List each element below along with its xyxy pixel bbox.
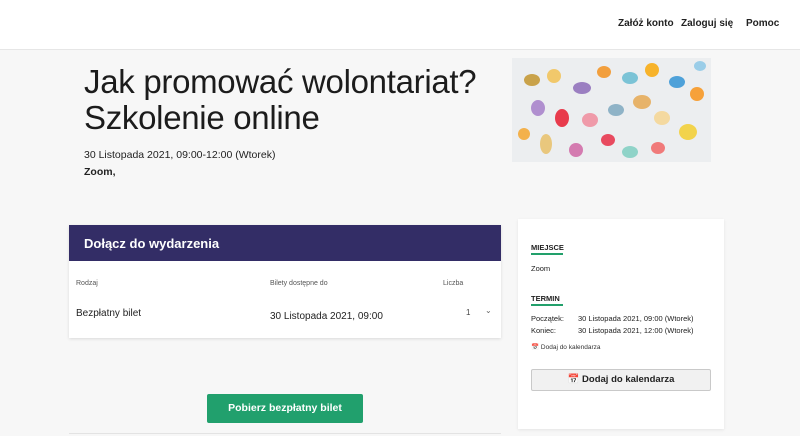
add-to-calendar-link-label: Dodaj do kalendarza bbox=[540, 344, 601, 351]
event-title: Jak promować wolontariat? Szkolenie onli… bbox=[84, 63, 477, 136]
place-value: Zoom bbox=[531, 264, 551, 273]
lightbulbs-image bbox=[512, 58, 711, 162]
help-link[interactable]: Pomoc bbox=[746, 18, 779, 29]
divider bbox=[69, 433, 501, 434]
quantity-select[interactable]: 1 ⌄ bbox=[455, 306, 495, 321]
add-to-calendar-link[interactable]: 📅 Dodaj do kalendarza bbox=[531, 343, 601, 351]
term-heading-underline bbox=[531, 304, 563, 306]
column-type: Rodzaj bbox=[76, 280, 98, 287]
start-label: Początek: bbox=[531, 314, 564, 323]
add-to-calendar-button-label: Dodaj do kalendarza bbox=[582, 374, 675, 385]
ticket-available-until: 30 Listopada 2021, 09:00 bbox=[270, 311, 383, 322]
ticket-type: Bezpłatny bilet bbox=[76, 308, 142, 319]
login-link[interactable]: Zaloguj się bbox=[681, 18, 733, 29]
event-place: Zoom, bbox=[84, 166, 116, 178]
get-free-ticket-button[interactable]: Pobierz bezpłatny bilet bbox=[207, 394, 363, 423]
place-heading-underline bbox=[531, 253, 563, 255]
end-label: Koniec: bbox=[531, 326, 557, 335]
event-image bbox=[512, 58, 711, 162]
place-heading: MIEJSCE bbox=[531, 243, 564, 252]
event-date: 30 Listopada 2021, 09:00-12:00 (Wtorek) bbox=[84, 149, 276, 161]
end-value: 30 Listopada 2021, 12:00 (Wtorek) bbox=[578, 326, 694, 335]
chevron-down-icon: ⌄ bbox=[485, 306, 492, 315]
term-heading: TERMIN bbox=[531, 294, 560, 303]
column-available-until: Bilety dostępne do bbox=[270, 280, 328, 287]
top-navigation: Załóż konto Zaloguj się Pomoc bbox=[0, 0, 800, 50]
column-quantity: Liczba bbox=[443, 280, 464, 287]
calendar-icon: 📅 bbox=[567, 374, 580, 385]
register-link[interactable]: Załóż konto bbox=[618, 18, 674, 29]
add-to-calendar-button[interactable]: 📅 Dodaj do kalendarza bbox=[531, 369, 711, 391]
quantity-value: 1 bbox=[466, 308, 471, 317]
start-value: 30 Listopada 2021, 09:00 (Wtorek) bbox=[578, 314, 694, 323]
calendar-icon: 📅 bbox=[531, 344, 540, 351]
ticket-card-title: Dołącz do wydarzenia bbox=[69, 225, 501, 261]
